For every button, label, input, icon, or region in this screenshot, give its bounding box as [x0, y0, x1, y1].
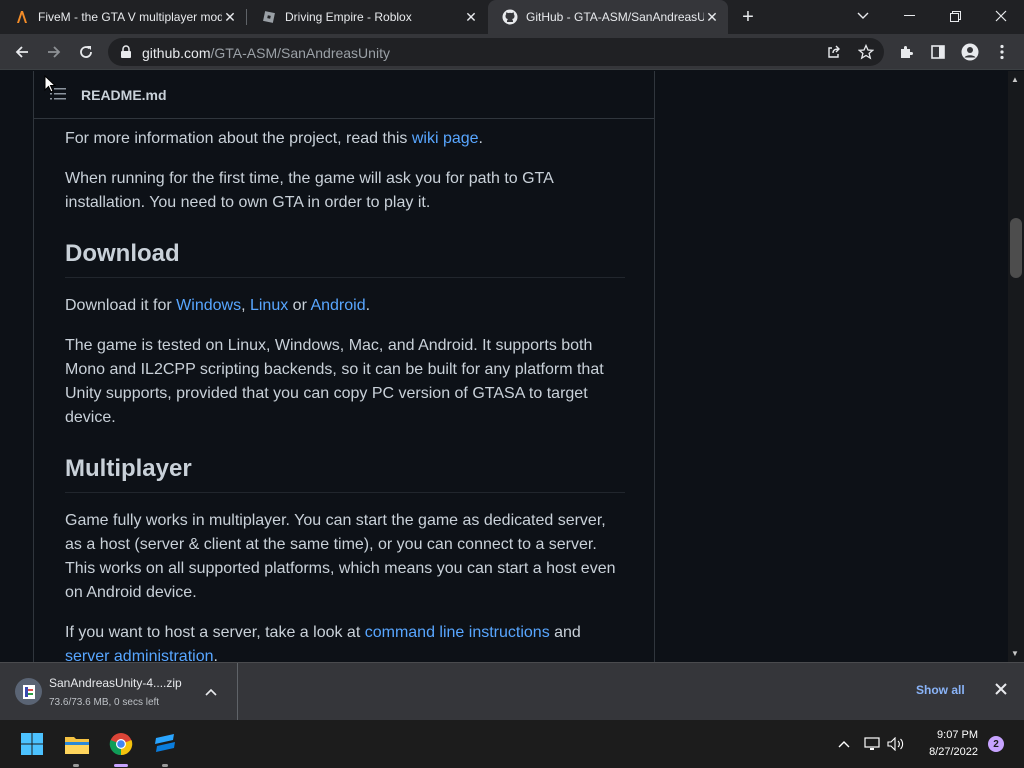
- address-bar[interactable]: github.com/GTA-ASM/SanAndreasUnity: [108, 38, 884, 66]
- windows-taskbar: 9:07 PM 8/27/2022 2: [0, 720, 1024, 768]
- readme-header: README.md: [34, 71, 654, 119]
- close-tab-icon[interactable]: ✕: [704, 9, 720, 25]
- page-scrollbar[interactable]: ▲ ▼: [1008, 71, 1024, 662]
- roblox-studio-icon[interactable]: [149, 728, 181, 760]
- bookmark-star-icon[interactable]: [852, 38, 880, 66]
- fivem-icon: [14, 9, 30, 25]
- forward-button[interactable]: [40, 38, 68, 66]
- browser-toolbar: github.com/GTA-ASM/SanAndreasUnity: [0, 34, 1024, 70]
- zip-file-icon: [15, 678, 42, 705]
- close-window-button[interactable]: [978, 0, 1024, 32]
- tab-search-icon[interactable]: [840, 0, 886, 32]
- download-status: 73.6/73.6 MB, 0 secs left: [49, 697, 160, 708]
- notification-badge[interactable]: 2: [988, 736, 1004, 752]
- scroll-down-arrow-icon[interactable]: ▼: [1011, 649, 1019, 658]
- clock-time[interactable]: 9:07 PM: [920, 729, 978, 741]
- download-shelf: SanAndreasUnity-4....zip 73.6/73.6 MB, 0…: [0, 662, 1024, 720]
- taskbar-indicator: [162, 764, 168, 767]
- readme-filename: README.md: [81, 87, 167, 103]
- file-explorer-icon[interactable]: [61, 728, 93, 760]
- readme-markdown: For more information about the project, …: [65, 127, 625, 662]
- tab-title: GitHub - GTA-ASM/SanAndreasUnity: [526, 10, 704, 24]
- server-administration-link[interactable]: server administration: [65, 648, 214, 662]
- first-run-paragraph: When running for the first time, the gam…: [65, 170, 553, 211]
- minimize-button[interactable]: [886, 0, 932, 32]
- profile-avatar-icon[interactable]: [956, 38, 984, 66]
- tab-title: Driving Empire - Roblox: [285, 10, 412, 24]
- share-icon[interactable]: [820, 38, 848, 66]
- new-tab-button[interactable]: +: [738, 7, 758, 27]
- download-item[interactable]: SanAndreasUnity-4....zip 73.6/73.6 MB, 0…: [0, 663, 238, 720]
- side-panel-icon[interactable]: [924, 38, 952, 66]
- intro-paragraph: For more information about the project, …: [65, 130, 483, 147]
- restore-button[interactable]: [932, 0, 978, 32]
- readme-box: README.md For more information about the…: [33, 71, 655, 662]
- volume-icon[interactable]: [884, 728, 908, 760]
- tab-strip: FiveM - the GTA V multiplayer mod ✕ Driv…: [0, 0, 1024, 34]
- command-line-instructions-link[interactable]: command line instructions: [365, 624, 550, 641]
- chevron-up-icon[interactable]: [205, 683, 217, 701]
- tested-paragraph: The game is tested on Linux, Windows, Ma…: [65, 337, 604, 426]
- menu-kebab-icon[interactable]: [988, 38, 1016, 66]
- show-all-downloads-link[interactable]: Show all: [916, 683, 965, 697]
- scrollbar-thumb[interactable]: [1010, 218, 1022, 278]
- tab-fivem[interactable]: FiveM - the GTA V multiplayer mod ✕: [0, 0, 246, 34]
- tab-roblox[interactable]: Driving Empire - Roblox ✕: [247, 0, 487, 34]
- chrome-icon[interactable]: [105, 728, 137, 760]
- reload-button[interactable]: [72, 38, 100, 66]
- android-link[interactable]: Android: [310, 297, 365, 314]
- show-hidden-icons-chevron-icon[interactable]: [830, 728, 858, 760]
- extensions-icon[interactable]: [892, 38, 920, 66]
- windows-link[interactable]: Windows: [176, 297, 241, 314]
- multiplayer-heading: Multiplayer: [65, 454, 625, 493]
- multiplayer-paragraph: Game fully works in multiplayer. You can…: [65, 512, 616, 601]
- taskbar-indicator: [73, 764, 79, 767]
- github-icon: [502, 9, 518, 25]
- roblox-icon: [261, 9, 277, 25]
- host-paragraph: If you want to host a server, take a loo…: [65, 621, 625, 662]
- download-paragraph: Download it for Windows, Linux or Androi…: [65, 297, 371, 314]
- linux-link[interactable]: Linux: [250, 297, 288, 314]
- url-text: github.com/GTA-ASM/SanAndreasUnity: [142, 45, 390, 61]
- windows-start-icon[interactable]: [16, 728, 48, 760]
- close-download-shelf-icon[interactable]: [995, 682, 1007, 700]
- download-heading: Download: [65, 239, 625, 278]
- network-icon[interactable]: [860, 728, 884, 760]
- right-sidebar: [655, 71, 1008, 662]
- taskbar-active-indicator: [114, 764, 128, 767]
- wiki-page-link[interactable]: wiki page: [412, 130, 479, 147]
- back-button[interactable]: [8, 38, 36, 66]
- tab-github[interactable]: GitHub - GTA-ASM/SanAndreasUnity ✕: [488, 0, 728, 34]
- lock-icon[interactable]: [120, 45, 132, 64]
- close-tab-icon[interactable]: ✕: [463, 9, 479, 25]
- scroll-up-arrow-icon[interactable]: ▲: [1011, 75, 1019, 84]
- tab-title: FiveM - the GTA V multiplayer mod: [38, 10, 222, 24]
- mouse-cursor-icon: [44, 74, 57, 98]
- clock-date[interactable]: 8/27/2022: [912, 746, 978, 758]
- page-viewport: README.md For more information about the…: [0, 71, 1008, 662]
- download-file-name: SanAndreasUnity-4....zip: [49, 676, 182, 690]
- close-tab-icon[interactable]: ✕: [222, 9, 238, 25]
